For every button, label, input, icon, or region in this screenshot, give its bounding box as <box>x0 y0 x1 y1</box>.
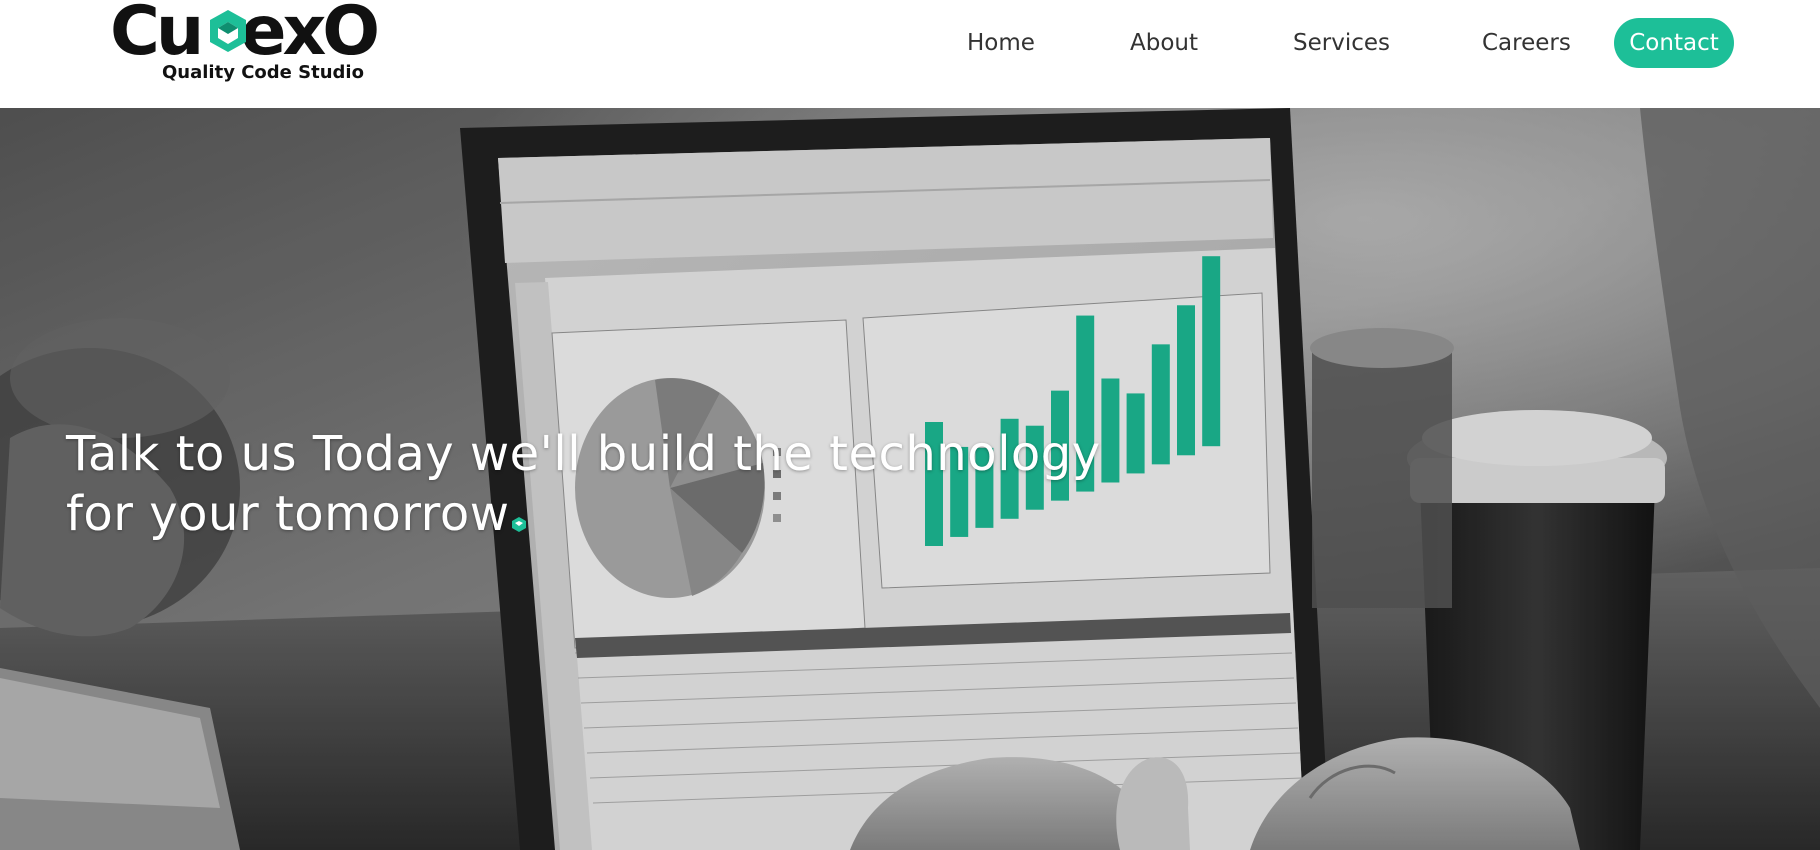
hero-headline: Talk to us Today we'll build the technol… <box>66 424 1166 544</box>
nav-home[interactable]: Home <box>967 18 1035 68</box>
hero-headline-line1: Talk to us Today we'll build the technol… <box>66 426 1101 482</box>
contact-button[interactable]: Contact <box>1614 18 1734 68</box>
nav-services[interactable]: Services <box>1293 18 1390 68</box>
cube-logo-icon <box>210 10 246 52</box>
site-header: Cu exO Quality Code Studio Home About Ser… <box>0 0 1820 108</box>
brand-tagline: Quality Code Studio <box>162 62 364 83</box>
hero-headline-line2: for your tomorrow <box>66 486 510 542</box>
nav-careers[interactable]: Careers <box>1482 18 1571 68</box>
hero-section: Talk to us Today we'll build the technol… <box>0 108 1820 850</box>
hero-headline-line2-wrap: for your tomorrow <box>66 484 1166 544</box>
cube-dot-icon <box>512 517 527 532</box>
brand-logo[interactable]: Cu exO Quality Code Studio <box>110 0 390 84</box>
nav-about[interactable]: About <box>1130 18 1198 68</box>
